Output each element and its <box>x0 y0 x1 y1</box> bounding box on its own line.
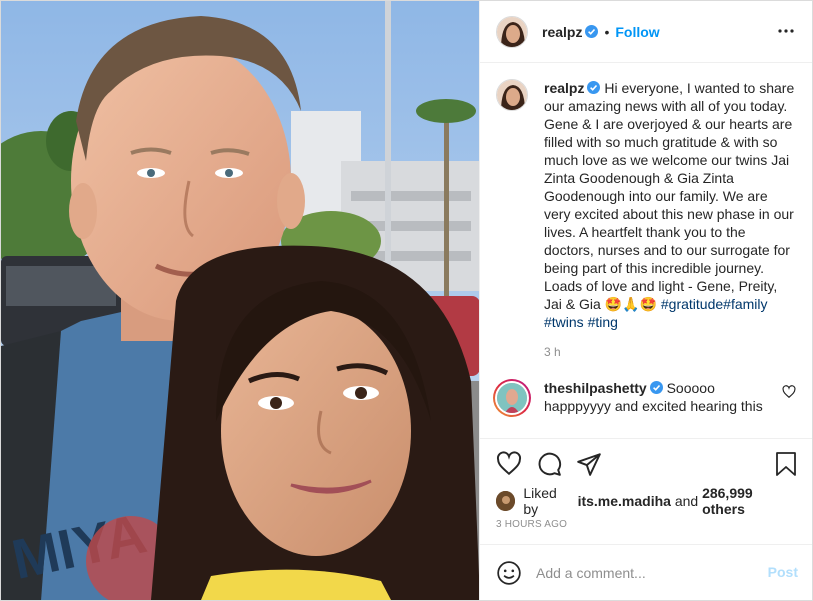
post-sidebar: realpz • Follow realpz Hi everyone, I wa… <box>479 1 812 600</box>
add-comment-bar: Post <box>480 544 812 600</box>
comment-item: theshilpashetty Sooooo happpyyyy and exc… <box>493 379 796 417</box>
verified-badge-icon <box>587 80 601 94</box>
caption: realpz Hi everyone, I wanted to share ou… <box>496 79 796 331</box>
likes-middle: and <box>674 493 699 509</box>
caption-username[interactable]: realpz <box>544 80 584 96</box>
comments-section[interactable]: realpz Hi everyone, I wanted to share ou… <box>480 63 812 438</box>
author-username[interactable]: realpz <box>542 24 582 40</box>
more-options-icon[interactable] <box>778 23 794 39</box>
commenter-avatar[interactable] <box>493 379 531 417</box>
verified-badge-icon <box>649 380 663 394</box>
post-timestamp[interactable]: 3 HOURS AGO <box>480 514 812 544</box>
likes-count[interactable]: 286,999 others <box>702 485 796 517</box>
comment-input[interactable] <box>536 564 756 581</box>
caption-body: Hi everyone, I wanted to share our amazi… <box>544 80 795 312</box>
action-bar <box>480 438 812 488</box>
comment-text: theshilpashetty Sooooo happpyyyy and exc… <box>544 379 784 417</box>
post-header: realpz • Follow <box>480 1 812 63</box>
avatar-image <box>497 80 527 110</box>
emoji-icon[interactable] <box>496 560 522 586</box>
hashtag-link[interactable]: #gratitude <box>661 296 723 312</box>
instagram-post: MIYA realpz • Follow realpz Hi everyone,… <box>0 0 813 601</box>
avatar-image <box>497 383 527 413</box>
selfie-image: MIYA <box>1 1 479 600</box>
likes-prefix: Liked by <box>523 485 557 517</box>
heart-icon[interactable] <box>496 450 522 477</box>
avatar-image <box>496 491 516 511</box>
caption-time[interactable]: 3 h <box>544 345 796 359</box>
liker-username[interactable]: its.me.madiha <box>578 493 671 509</box>
author-avatar[interactable] <box>496 15 528 48</box>
share-icon[interactable] <box>576 451 602 477</box>
hashtag-link[interactable]: #family <box>723 296 767 312</box>
liker-avatar[interactable] <box>496 491 516 511</box>
avatar-image <box>497 16 527 47</box>
separator-dot: • <box>604 23 610 40</box>
post-photo[interactable]: MIYA <box>1 1 479 600</box>
verified-badge-icon <box>585 25 599 38</box>
hashtag-link[interactable]: #ting <box>588 314 618 330</box>
bookmark-icon[interactable] <box>774 451 798 477</box>
likes-summary: Liked by its.me.madiha and 286,999 other… <box>480 485 812 517</box>
post-comment-button[interactable]: Post <box>768 564 798 580</box>
follow-button[interactable]: Follow <box>615 24 659 40</box>
comment-icon[interactable] <box>536 451 562 477</box>
small-heart-icon[interactable] <box>782 385 796 399</box>
caption-avatar[interactable] <box>496 79 528 111</box>
caption-text: realpz Hi everyone, I wanted to share ou… <box>544 79 796 331</box>
commenter-username[interactable]: theshilpashetty <box>544 380 647 396</box>
hashtag-link[interactable]: #twins <box>544 314 584 330</box>
